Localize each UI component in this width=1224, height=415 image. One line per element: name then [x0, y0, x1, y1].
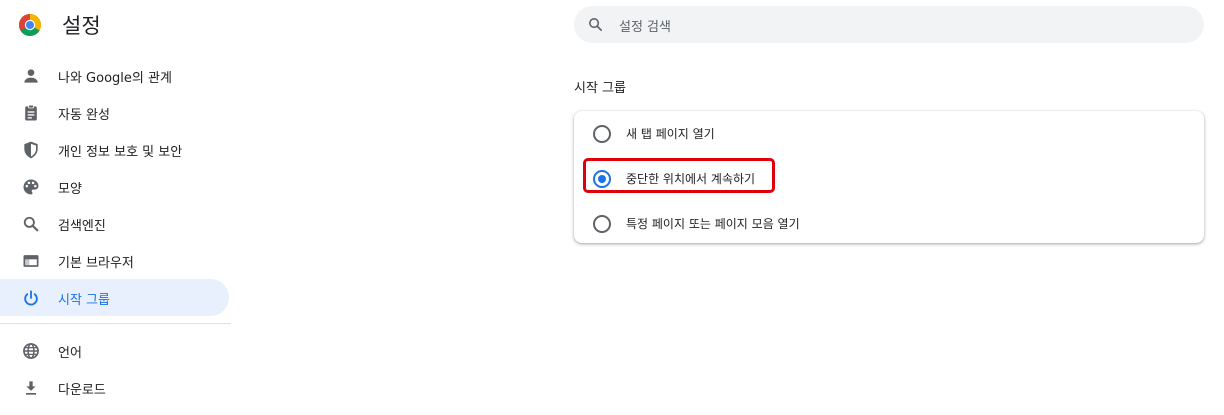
search-input[interactable]: 설정 검색	[574, 6, 1204, 43]
power-icon	[24, 290, 38, 306]
shield-icon	[24, 141, 38, 159]
sidebar-item-privacy-security[interactable]: 개인 정보 보호 및 보안	[0, 131, 229, 168]
search-placeholder: 설정 검색	[619, 20, 671, 35]
browser-window-icon	[23, 255, 39, 267]
sidebar-item-on-startup[interactable]: 시작 그룹	[0, 279, 229, 316]
download-icon	[26, 381, 36, 395]
sidebar-item-label: 다운로드	[58, 383, 106, 398]
sidebar-item-label: 시작 그룹	[58, 293, 110, 308]
option-open-specific-pages[interactable]: 특정 페이지 또는 페이지 모음 열기	[574, 203, 1204, 241]
clipboard-icon	[25, 104, 37, 121]
option-label: 특정 페이지 또는 페이지 모음 열기	[626, 217, 800, 231]
sidebar-item-you-and-google[interactable]: 나와 Google의 관계	[0, 57, 229, 94]
sidebar-item-label: 검색엔진	[58, 219, 106, 234]
sidebar-item-downloads[interactable]: 다운로드	[0, 369, 229, 406]
radio-button[interactable]	[593, 125, 611, 143]
chrome-logo-icon	[19, 14, 41, 36]
radio-button[interactable]	[593, 215, 611, 233]
sidebar-item-default-browser[interactable]: 기본 브라우저	[0, 242, 229, 279]
sidebar-divider	[0, 323, 231, 324]
sidebar-item-label: 나와 Google의 관계	[58, 71, 172, 86]
sidebar-item-label: 언어	[58, 346, 82, 361]
sidebar-item-label: 개인 정보 보호 및 보안	[58, 145, 183, 160]
sidebar-item-appearance[interactable]: 모양	[0, 168, 229, 205]
sidebar-item-languages[interactable]: 언어	[0, 332, 229, 369]
option-label: 새 탭 페이지 열기	[626, 127, 715, 141]
globe-icon	[23, 343, 39, 359]
search-icon	[23, 216, 39, 232]
option-label: 중단한 위치에서 계속하기	[626, 172, 756, 186]
sidebar: 나와 Google의 관계 자동 완성 개인 정보 보호 및 보안 모양 검색엔…	[0, 57, 232, 406]
section-title: 시작 그룹	[574, 81, 626, 96]
startup-options-card: 새 탭 페이지 열기 중단한 위치에서 계속하기 특정 페이지 또는 페이지 모…	[574, 111, 1204, 243]
option-continue-where-left-off[interactable]: 중단한 위치에서 계속하기	[574, 158, 1204, 196]
header: 설정	[0, 0, 560, 50]
sidebar-item-label: 기본 브라우저	[58, 256, 134, 271]
palette-icon	[23, 179, 39, 195]
sidebar-item-label: 자동 완성	[58, 108, 110, 123]
page-title: 설정	[62, 14, 101, 38]
option-new-tab-page[interactable]: 새 탭 페이지 열기	[574, 113, 1204, 151]
radio-button-selected[interactable]	[593, 170, 611, 188]
search-icon	[589, 18, 603, 32]
sidebar-item-search-engine[interactable]: 검색엔진	[0, 205, 229, 242]
person-icon	[24, 69, 38, 83]
sidebar-item-label: 모양	[58, 182, 82, 197]
sidebar-item-autofill[interactable]: 자동 완성	[0, 94, 229, 131]
